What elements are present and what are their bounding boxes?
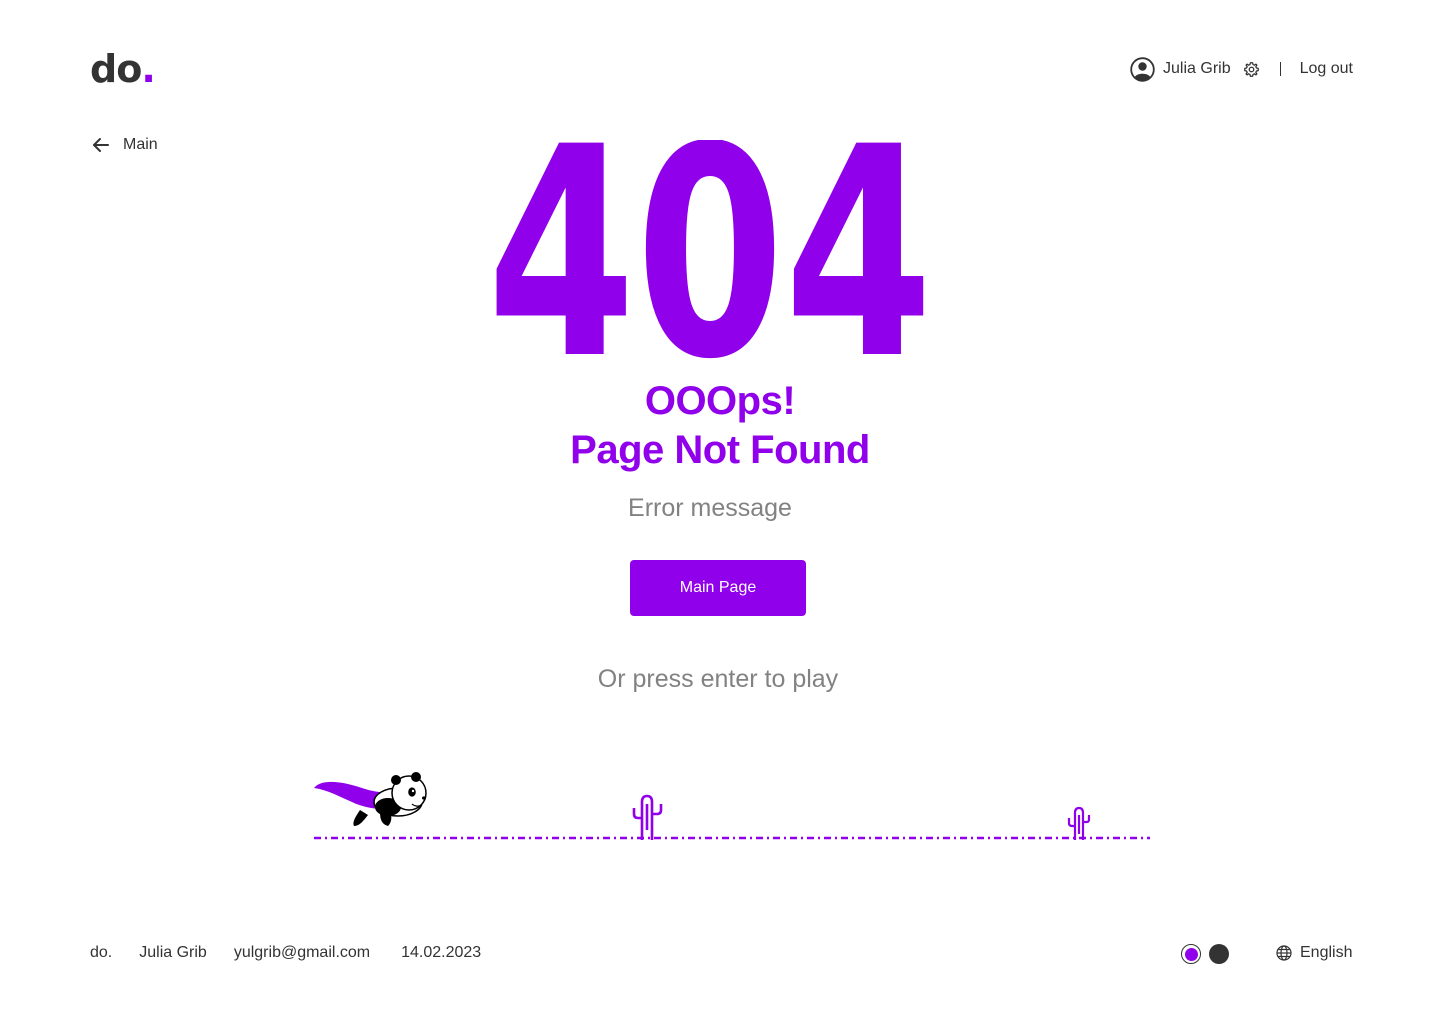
- panda-icon: [314, 772, 427, 826]
- header-divider: [1279, 62, 1281, 76]
- language-selector[interactable]: English: [1276, 944, 1352, 962]
- logout-link[interactable]: Log out: [1300, 60, 1353, 78]
- logo[interactable]: do.: [90, 47, 156, 91]
- error-code-text: 404: [487, 140, 933, 360]
- runner-game[interactable]: [300, 760, 1160, 850]
- user-icon[interactable]: [1130, 56, 1155, 82]
- headline-not-found: Page Not Found: [570, 428, 870, 472]
- footer-email[interactable]: yulgrib@gmail.com: [234, 944, 370, 962]
- back-link-label: Main: [123, 136, 158, 153]
- back-link[interactable]: Main: [90, 134, 158, 156]
- arrow-left-icon: [90, 134, 112, 156]
- error-code-404: 404: [487, 140, 933, 360]
- logo-dot: .: [141, 47, 155, 91]
- footer-name: Julia Grib: [139, 944, 207, 961]
- cactus-icon: [632, 794, 663, 840]
- headline-oops: OOOps!: [644, 379, 796, 423]
- logo-text: do: [90, 47, 142, 91]
- user-name[interactable]: Julia Grib: [1163, 60, 1231, 78]
- light-theme-indicator: [1184, 947, 1198, 961]
- language-label: English: [1300, 944, 1353, 961]
- error-message: Error message: [628, 494, 792, 522]
- gear-icon[interactable]: [1243, 61, 1260, 78]
- footer-date: 14.02.2023: [401, 944, 482, 961]
- theme-toggle: [1181, 944, 1229, 964]
- light-theme-button[interactable]: [1181, 944, 1201, 964]
- dark-theme-button[interactable]: [1209, 944, 1229, 964]
- globe-icon: [1276, 945, 1292, 961]
- footer-brand[interactable]: do.: [90, 944, 112, 962]
- play-hint: Or press enter to play: [597, 665, 839, 693]
- main-page-button[interactable]: Main Page: [630, 560, 806, 616]
- cactus-icon-2: [1067, 806, 1091, 840]
- user-menu: Julia Grib Log out: [1130, 56, 1353, 82]
- footer-info: do. Julia Grib yulgrib@gmail.com 14.02.2…: [90, 944, 508, 962]
